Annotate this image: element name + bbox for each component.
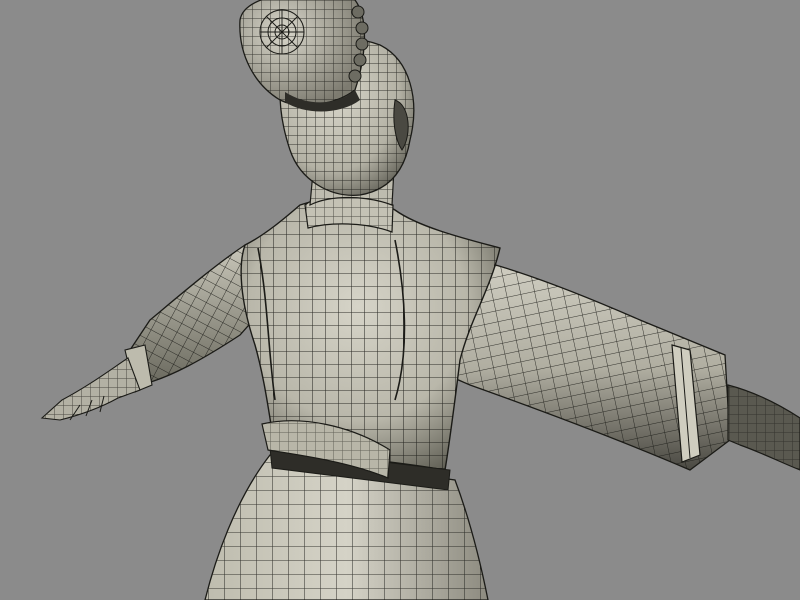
render-canvas bbox=[0, 0, 800, 600]
3d-viewport[interactable] bbox=[0, 0, 800, 600]
